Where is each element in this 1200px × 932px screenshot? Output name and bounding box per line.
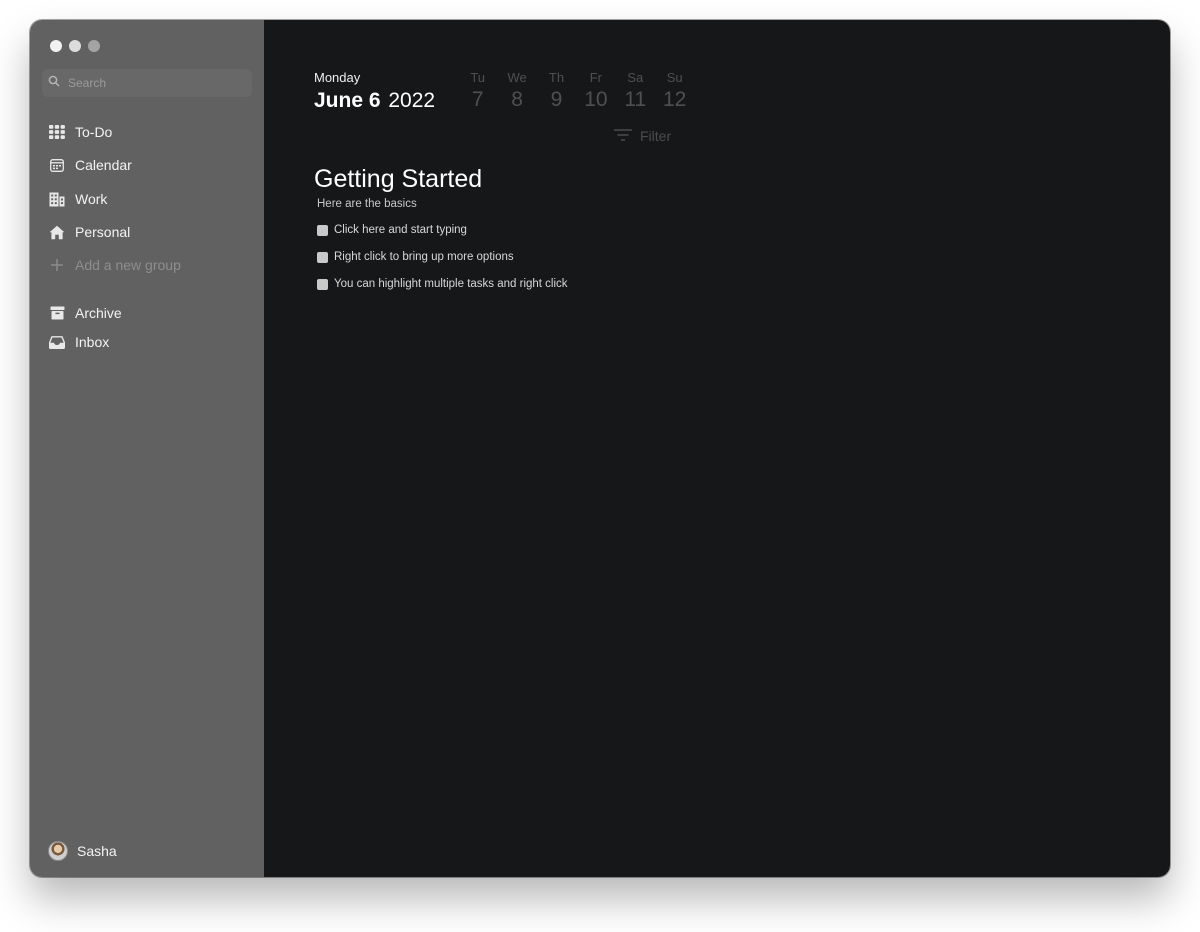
sidebar-item-work[interactable]: Work bbox=[48, 188, 107, 210]
day-name: Su bbox=[666, 70, 683, 85]
day-friday[interactable]: Fr 10 bbox=[576, 70, 615, 112]
sidebar: To-Do Calendar Work Personal Add a new g bbox=[30, 20, 264, 877]
grid-icon bbox=[48, 123, 66, 141]
day-name: Fr bbox=[589, 70, 602, 85]
sidebar-item-to-do[interactable]: To-Do bbox=[48, 121, 112, 143]
app-window: To-Do Calendar Work Personal Add a new g bbox=[30, 20, 1170, 877]
current-date-label: June 6 2022 bbox=[314, 89, 435, 113]
plus-icon bbox=[48, 256, 66, 274]
filter-icon bbox=[614, 128, 632, 144]
task-text[interactable]: Right click to bring up more options bbox=[334, 251, 514, 263]
day-sunday[interactable]: Su 12 bbox=[655, 70, 694, 112]
main-panel: Monday June 6 2022 Tu 7 We 8 Th 9 Fr 10 bbox=[264, 20, 1170, 877]
current-month-day: June 6 bbox=[314, 89, 381, 112]
day-saturday[interactable]: Sa 11 bbox=[616, 70, 655, 112]
inbox-icon bbox=[48, 333, 66, 351]
week-strip: Tu 7 We 8 Th 9 Fr 10 Sa 11 Su 12 bbox=[458, 70, 694, 112]
avatar bbox=[48, 841, 68, 861]
day-date: 10 bbox=[584, 88, 608, 111]
task-item[interactable]: You can highlight multiple tasks and rig… bbox=[317, 277, 568, 291]
calendar-icon bbox=[48, 156, 66, 174]
zoom-window-button[interactable] bbox=[88, 40, 100, 52]
day-wednesday[interactable]: We 8 bbox=[497, 70, 536, 112]
add-group-label: Add a new group bbox=[75, 257, 181, 273]
sidebar-item-calendar[interactable]: Calendar bbox=[48, 154, 132, 176]
sidebar-item-label: Personal bbox=[75, 224, 131, 240]
archive-icon bbox=[48, 304, 66, 322]
day-date: 11 bbox=[624, 88, 647, 111]
search-input[interactable] bbox=[68, 76, 228, 90]
day-name: Sa bbox=[627, 70, 644, 85]
day-name: We bbox=[507, 70, 527, 85]
building-icon bbox=[48, 190, 66, 208]
minimize-window-button[interactable] bbox=[69, 40, 81, 52]
filter-label: Filter bbox=[640, 128, 672, 144]
task-text[interactable]: You can highlight multiple tasks and rig… bbox=[334, 278, 568, 290]
day-name: Th bbox=[548, 70, 565, 85]
day-date: 12 bbox=[662, 88, 687, 111]
group-title[interactable]: Getting Started bbox=[314, 165, 482, 194]
task-text[interactable]: Click here and start typing bbox=[334, 224, 467, 236]
task-item[interactable]: Click here and start typing bbox=[317, 223, 467, 237]
search-box[interactable] bbox=[42, 69, 252, 97]
search-icon bbox=[48, 74, 60, 92]
user-profile[interactable]: Sasha bbox=[48, 841, 117, 861]
day-date: 9 bbox=[550, 88, 563, 111]
task-checkbox[interactable] bbox=[317, 224, 328, 236]
day-date: 8 bbox=[511, 88, 523, 111]
sidebar-item-label: Calendar bbox=[75, 157, 132, 173]
inbox-label: Inbox bbox=[75, 334, 110, 350]
task-item[interactable]: Right click to bring up more options bbox=[317, 250, 514, 264]
day-thursday[interactable]: Th 9 bbox=[537, 70, 576, 112]
day-tuesday[interactable]: Tu 7 bbox=[458, 70, 497, 112]
task-checkbox[interactable] bbox=[317, 251, 328, 263]
sidebar-item-inbox[interactable]: Inbox bbox=[48, 331, 109, 353]
day-date: 7 bbox=[471, 88, 484, 111]
current-year: 2022 bbox=[388, 89, 436, 112]
current-weekday: Monday bbox=[314, 70, 361, 85]
filter-button[interactable]: Filter bbox=[614, 128, 671, 144]
archive-label: Archive bbox=[75, 305, 122, 321]
home-icon bbox=[48, 223, 66, 241]
user-name: Sasha bbox=[77, 843, 117, 859]
add-group-button[interactable]: Add a new group bbox=[48, 254, 181, 276]
window-controls bbox=[50, 40, 100, 52]
current-date: Monday June 6 2022 bbox=[314, 70, 435, 113]
group-subtitle[interactable]: Here are the basics bbox=[317, 198, 417, 210]
day-name: Tu bbox=[470, 70, 486, 85]
sidebar-item-archive[interactable]: Archive bbox=[48, 302, 122, 324]
sidebar-item-personal[interactable]: Personal bbox=[48, 221, 130, 243]
close-window-button[interactable] bbox=[50, 40, 62, 52]
sidebar-item-label: To-Do bbox=[75, 124, 113, 140]
sidebar-item-label: Work bbox=[75, 191, 108, 207]
task-checkbox[interactable] bbox=[317, 278, 328, 290]
